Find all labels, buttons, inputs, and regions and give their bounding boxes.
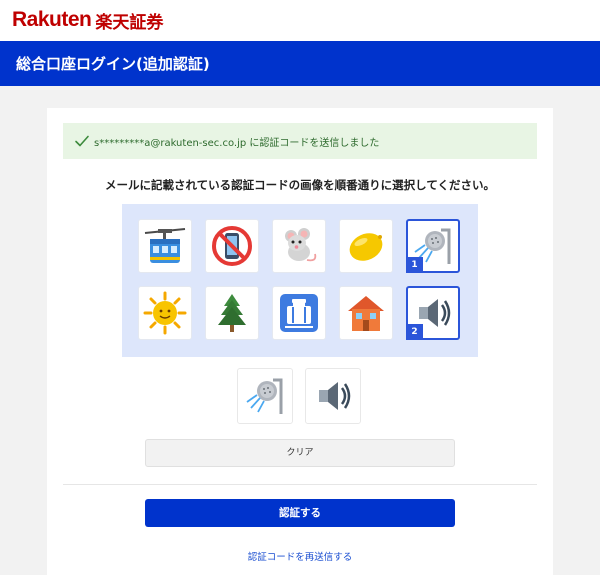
image-tile-house[interactable] <box>339 286 393 340</box>
image-tile-shower-head[interactable]: 1 <box>406 219 460 273</box>
instruction-text: メールに記載されている認証コードの画像を順番通りに選択してください。 <box>105 178 495 192</box>
selection-order-badge: 2 <box>406 324 423 340</box>
mouse-icon <box>285 228 317 262</box>
shower-head-icon <box>246 378 283 414</box>
sun-with-face-icon <box>143 291 187 335</box>
resend-code-link[interactable]: 認証コードを再送信する <box>0 549 600 563</box>
image-tile-lemon[interactable] <box>339 219 393 273</box>
logo-kanji: 楽天証券 <box>95 12 164 33</box>
divider <box>63 484 537 485</box>
selected-image-2[interactable] <box>305 368 361 424</box>
image-tile-speaker[interactable]: 2 <box>406 286 460 340</box>
success-notice: s*********a@rakuten-sec.co.jp に認証コードを送信し… <box>63 123 537 159</box>
lemon-icon <box>349 233 383 261</box>
evergreen-tree-icon <box>218 294 246 332</box>
image-tile-mouse[interactable] <box>272 219 326 273</box>
clear-button[interactable]: クリア <box>145 439 455 467</box>
page-title: 総合口座ログイン(追加認証) <box>16 55 210 73</box>
baggage-claim-icon <box>280 294 318 332</box>
logo-latin: Rakuten <box>12 8 92 31</box>
image-tile-baggage-claim[interactable] <box>272 286 326 340</box>
image-tile-no-phones[interactable] <box>205 219 259 273</box>
top-bar: Rakuten 楽天証券 <box>0 0 600 41</box>
image-tile-tree[interactable] <box>205 286 259 340</box>
speaker-icon <box>319 382 351 410</box>
selection-order-badge: 1 <box>406 257 423 273</box>
ropeway-icon <box>144 228 186 263</box>
notice-message: s*********a@rakuten-sec.co.jp に認証コードを送信し… <box>94 138 380 149</box>
check-icon <box>75 135 89 147</box>
house-icon <box>348 296 384 331</box>
image-grid: 1 2 <box>122 204 478 357</box>
authenticate-button[interactable]: 認証する <box>145 499 455 527</box>
no-mobile-phones-icon <box>212 226 252 266</box>
image-tile-ropeway[interactable] <box>138 219 192 273</box>
page-header: 総合口座ログイン(追加認証) <box>0 41 600 86</box>
rakuten-securities-logo[interactable]: Rakuten 楽天証券 <box>12 7 163 33</box>
selected-image-1[interactable] <box>237 368 293 424</box>
image-tile-sun[interactable] <box>138 286 192 340</box>
